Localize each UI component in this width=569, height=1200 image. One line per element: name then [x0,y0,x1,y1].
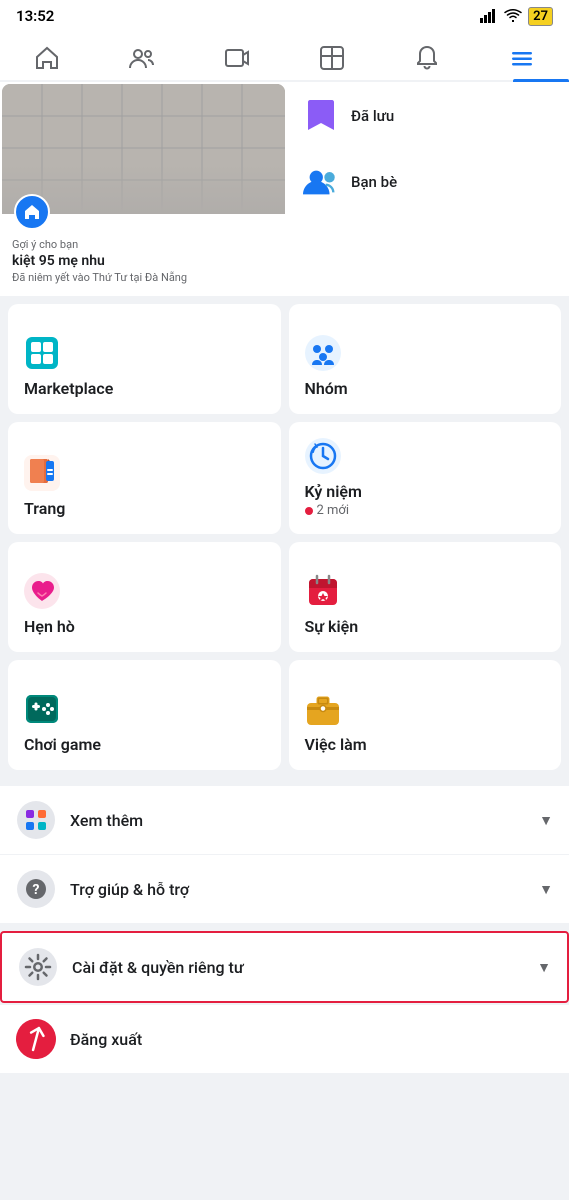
settings-icon [18,947,58,987]
suggestion-image [2,84,285,214]
bell-icon [413,44,441,72]
sukien-grid-label: Sự kiện [305,617,546,636]
trogdup-label: Trợ giúp & hỗ trợ [70,880,525,899]
nav-marketplace[interactable] [306,40,358,76]
suggestion-info: Gợi ý cho bạn kiệt 95 mẹ nhu Đã niêm yết… [2,214,285,294]
grid-section: Marketplace Nhóm [0,296,569,778]
trang-grid-icon [24,455,265,491]
grid-item-henho[interactable]: Hẹn hò [8,542,281,652]
top-section: Gợi ý cho bạn kiệt 95 mẹ nhu Đã niêm yết… [0,82,569,296]
floor-image [2,84,285,214]
friends-svg-icon [303,167,339,197]
battery-icon: 27 [528,7,553,26]
marketplace-grid-label: Marketplace [24,379,265,398]
henho-svg [24,573,60,609]
nav-active-indicator [513,79,569,82]
sukien-svg [305,573,341,609]
nav-bar [0,32,569,82]
choigame-grid-icon [24,691,265,727]
friends-nav-icon [128,44,156,72]
saved-label: Đã lưu [351,107,394,125]
nav-video[interactable] [211,40,263,76]
home-icon [33,44,61,72]
vieclamm-grid-icon [305,691,546,727]
logout-section[interactable]: Đăng xuất [0,1005,569,1073]
kyniem-badge-text: 2 mới [317,503,350,518]
settings-label: Cài đặt & quyền riêng tư [72,958,523,977]
saved-card[interactable]: Đã lưu [287,84,567,148]
nav-friends[interactable] [116,40,168,76]
marketplace-svg [24,335,60,371]
signal-icon [480,9,498,23]
nav-notifications[interactable] [401,40,453,76]
trang-grid-label: Trang [24,499,265,518]
henho-grid-icon [24,573,265,609]
right-cards: Đã lưu Bạn bè [287,84,567,294]
suggestion-title: kiệt 95 mẹ nhu [12,253,275,269]
trogdup-chevron: ▼ [539,881,553,898]
choigame-grid-label: Chơi game [24,735,265,754]
house-svg-icon [22,202,42,222]
grid-item-sukien[interactable]: Sự kiện [289,542,562,652]
xemthem-icon [16,800,56,840]
kyniem-badge-dot [305,507,313,515]
grid-item-choigame[interactable]: Chơi game [8,660,281,770]
sukien-grid-icon [305,573,546,609]
kyniem-grid-icon [305,438,546,474]
logout-arrow-svg [21,1024,51,1054]
nav-home[interactable] [21,40,73,76]
nhom-grid-icon [305,335,546,371]
suggestion-subtitle: Đã niêm yết vào Thứ Tư tại Đà Nẵng [12,271,275,284]
list-item-trogdup[interactable]: ? Trợ giúp & hỗ trợ ▼ [0,855,569,923]
wifi-icon [504,9,522,23]
vieclamm-svg [305,691,341,727]
status-icons: 27 [480,7,553,26]
suggestion-label: Gợi ý cho bạn [12,238,275,251]
choigame-svg [24,691,60,727]
friends-card[interactable]: Bạn bè [287,150,567,214]
settings-svg-icon [19,948,57,986]
status-time: 13:52 [16,7,54,25]
bookmark-svg-icon [306,98,336,134]
house-circle-icon [14,194,50,230]
saved-icon [303,98,339,134]
list-item-settings[interactable]: Cài đặt & quyền riêng tư ▼ [2,933,567,1001]
vieclamm-grid-label: Việc làm [305,735,546,754]
logout-label: Đăng xuất [70,1030,142,1049]
status-bar: 13:52 27 [0,0,569,32]
logout-icon [9,1012,64,1067]
marketplace-nav-icon [318,44,346,72]
xemthem-svg-icon [17,801,55,839]
kyniem-grid-label: Kỷ niệm [305,482,546,501]
grid-item-trang[interactable]: Trang [8,422,281,534]
settings-chevron: ▼ [537,959,551,976]
svg-text:?: ? [33,882,40,898]
list-item-xemthem[interactable]: Xem thêm ▼ [0,786,569,855]
help-svg-icon: ? [17,870,55,908]
menu-icon [508,44,536,72]
grid-item-nhom[interactable]: Nhóm [289,304,562,414]
settings-section: Cài đặt & quyền riêng tư ▼ [0,931,569,1003]
nhom-svg [305,335,341,371]
xemthem-label: Xem thêm [70,811,525,830]
henho-grid-label: Hẹn hò [24,617,265,636]
video-nav-icon [223,44,251,72]
xemthem-chevron: ▼ [539,812,553,829]
grid-item-vieclamm[interactable]: Việc làm [289,660,562,770]
nav-menu[interactable] [496,40,548,76]
suggestion-card[interactable]: Gợi ý cho bạn kiệt 95 mẹ nhu Đã niêm yết… [2,84,285,294]
trang-svg [24,455,60,491]
friends-card-icon [303,164,339,200]
nhom-grid-label: Nhóm [305,379,546,398]
kyniem-badge: 2 mới [305,503,546,518]
marketplace-grid-icon [24,335,265,371]
content-area: Gợi ý cho bạn kiệt 95 mẹ nhu Đã niêm yết… [0,82,569,1073]
grid-item-kyniem[interactable]: Kỷ niệm 2 mới [289,422,562,534]
help-icon: ? [16,869,56,909]
grid-item-marketplace[interactable]: Marketplace [8,304,281,414]
list-section: Xem thêm ▼ ? Trợ giúp & hỗ trợ ▼ [0,786,569,923]
kyniem-svg [305,438,341,474]
friends-label: Bạn bè [351,173,397,191]
